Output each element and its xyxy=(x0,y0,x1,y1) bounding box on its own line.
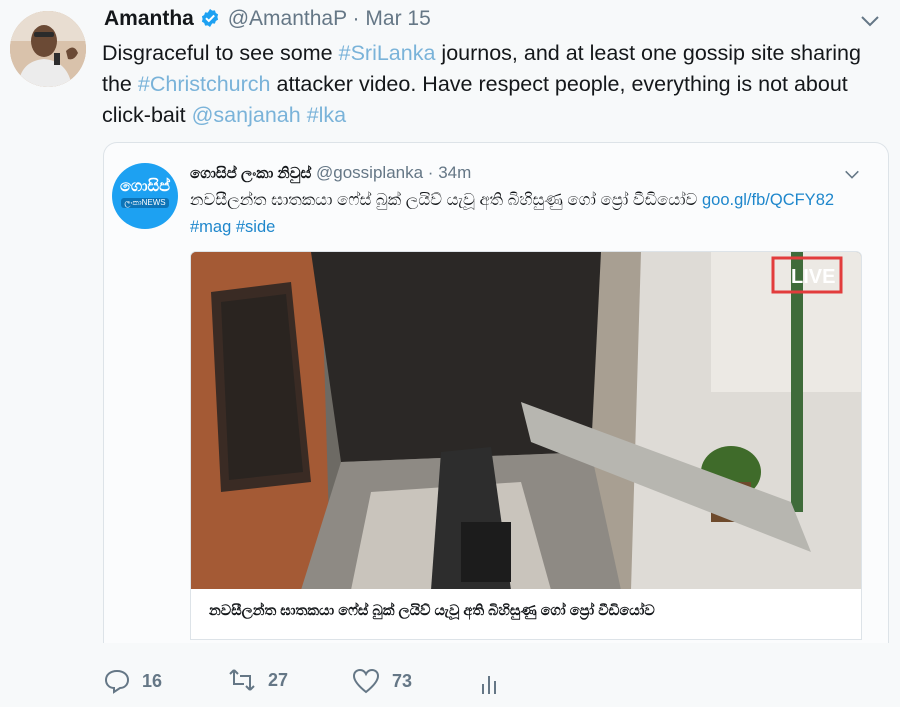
media-caption[interactable]: නවසීලන්ත ඝාතකයා ෆේස් බුක් ලයිව් යැවූ අති… xyxy=(190,589,862,640)
reply-icon xyxy=(104,669,130,694)
like-icon xyxy=(352,668,380,694)
author-handle[interactable]: @AmanthaP xyxy=(228,7,347,30)
like-button[interactable]: 73 xyxy=(352,668,412,694)
tweet-date[interactable]: Mar 15 xyxy=(365,7,430,30)
author-avatar-image xyxy=(10,11,86,87)
tweet-actions: 16 27 73 xyxy=(104,668,524,702)
live-badge: LIVE xyxy=(791,266,835,288)
tweet-header: Amantha @AmanthaP · Mar 15 xyxy=(104,7,431,34)
author-name[interactable]: Amantha xyxy=(104,7,194,30)
quoted-header: ගොසිප් ලංකා නිවුස් @gossiplanka · 34m xyxy=(190,163,471,183)
quoted-hashtags[interactable]: #mag #side xyxy=(190,218,275,236)
analytics-button[interactable] xyxy=(480,672,512,696)
video-thumbnail[interactable]: LIVE xyxy=(190,251,862,591)
retweet-count: 27 xyxy=(268,669,289,690)
avatar-logo-subtext: ලංකාNEWS xyxy=(121,198,169,208)
tweet-link[interactable]: #Christchurch xyxy=(138,72,271,96)
quoted-author-avatar[interactable]: ගොසිප් ලංකාNEWS xyxy=(112,163,178,229)
separator-dot: · xyxy=(427,163,434,182)
reply-count: 16 xyxy=(142,670,163,691)
analytics-icon xyxy=(482,676,496,694)
quoted-url-link[interactable]: goo.gl/fb/QCFY82 xyxy=(702,191,834,209)
tweet-text-segment: Disgraceful to see some xyxy=(102,41,339,65)
tweet-link[interactable]: @sanjanah xyxy=(192,103,301,127)
reply-button[interactable]: 16 xyxy=(104,668,162,694)
quoted-time[interactable]: 34m xyxy=(438,163,471,182)
tweet-text: Disgraceful to see some #SriLanka journo… xyxy=(102,38,892,131)
author-avatar[interactable] xyxy=(10,11,86,87)
avatar-logo-text: ගොසිප් xyxy=(120,178,170,195)
quoted-author-handle[interactable]: @gossiplanka xyxy=(316,163,423,182)
quoted-author-name[interactable]: ගොසිප් ලංකා නිවුස් xyxy=(190,165,311,182)
chevron-down-icon[interactable] xyxy=(860,14,880,33)
like-count: 73 xyxy=(392,670,413,691)
verified-badge-icon xyxy=(200,8,220,34)
quoted-chevron-down-icon[interactable] xyxy=(844,167,860,185)
retweet-icon xyxy=(229,669,255,691)
separator-dot: · xyxy=(352,7,360,30)
quoted-text: නවසීලන්ත ඝාතකයා ෆේස් බුක් ලයිව් යැවූ අති… xyxy=(190,187,870,241)
media-caption-text: නවසීලන්ත ඝාතකයා ෆේස් බුක් ලයිව් යැවූ අති… xyxy=(209,603,655,619)
tweet-link[interactable]: #SriLanka xyxy=(339,41,436,65)
quoted-body: නවසීලන්ත ඝාතකයා ෆේස් බුක් ලයිව් යැවූ අති… xyxy=(190,191,698,209)
retweet-button[interactable]: 27 xyxy=(228,668,288,692)
tweet-link[interactable]: #lka xyxy=(307,103,346,127)
quoted-tweet[interactable]: ගොසිප් ලංකාNEWS ගොසිප් ලංකා නිවුස් @goss… xyxy=(103,142,889,643)
